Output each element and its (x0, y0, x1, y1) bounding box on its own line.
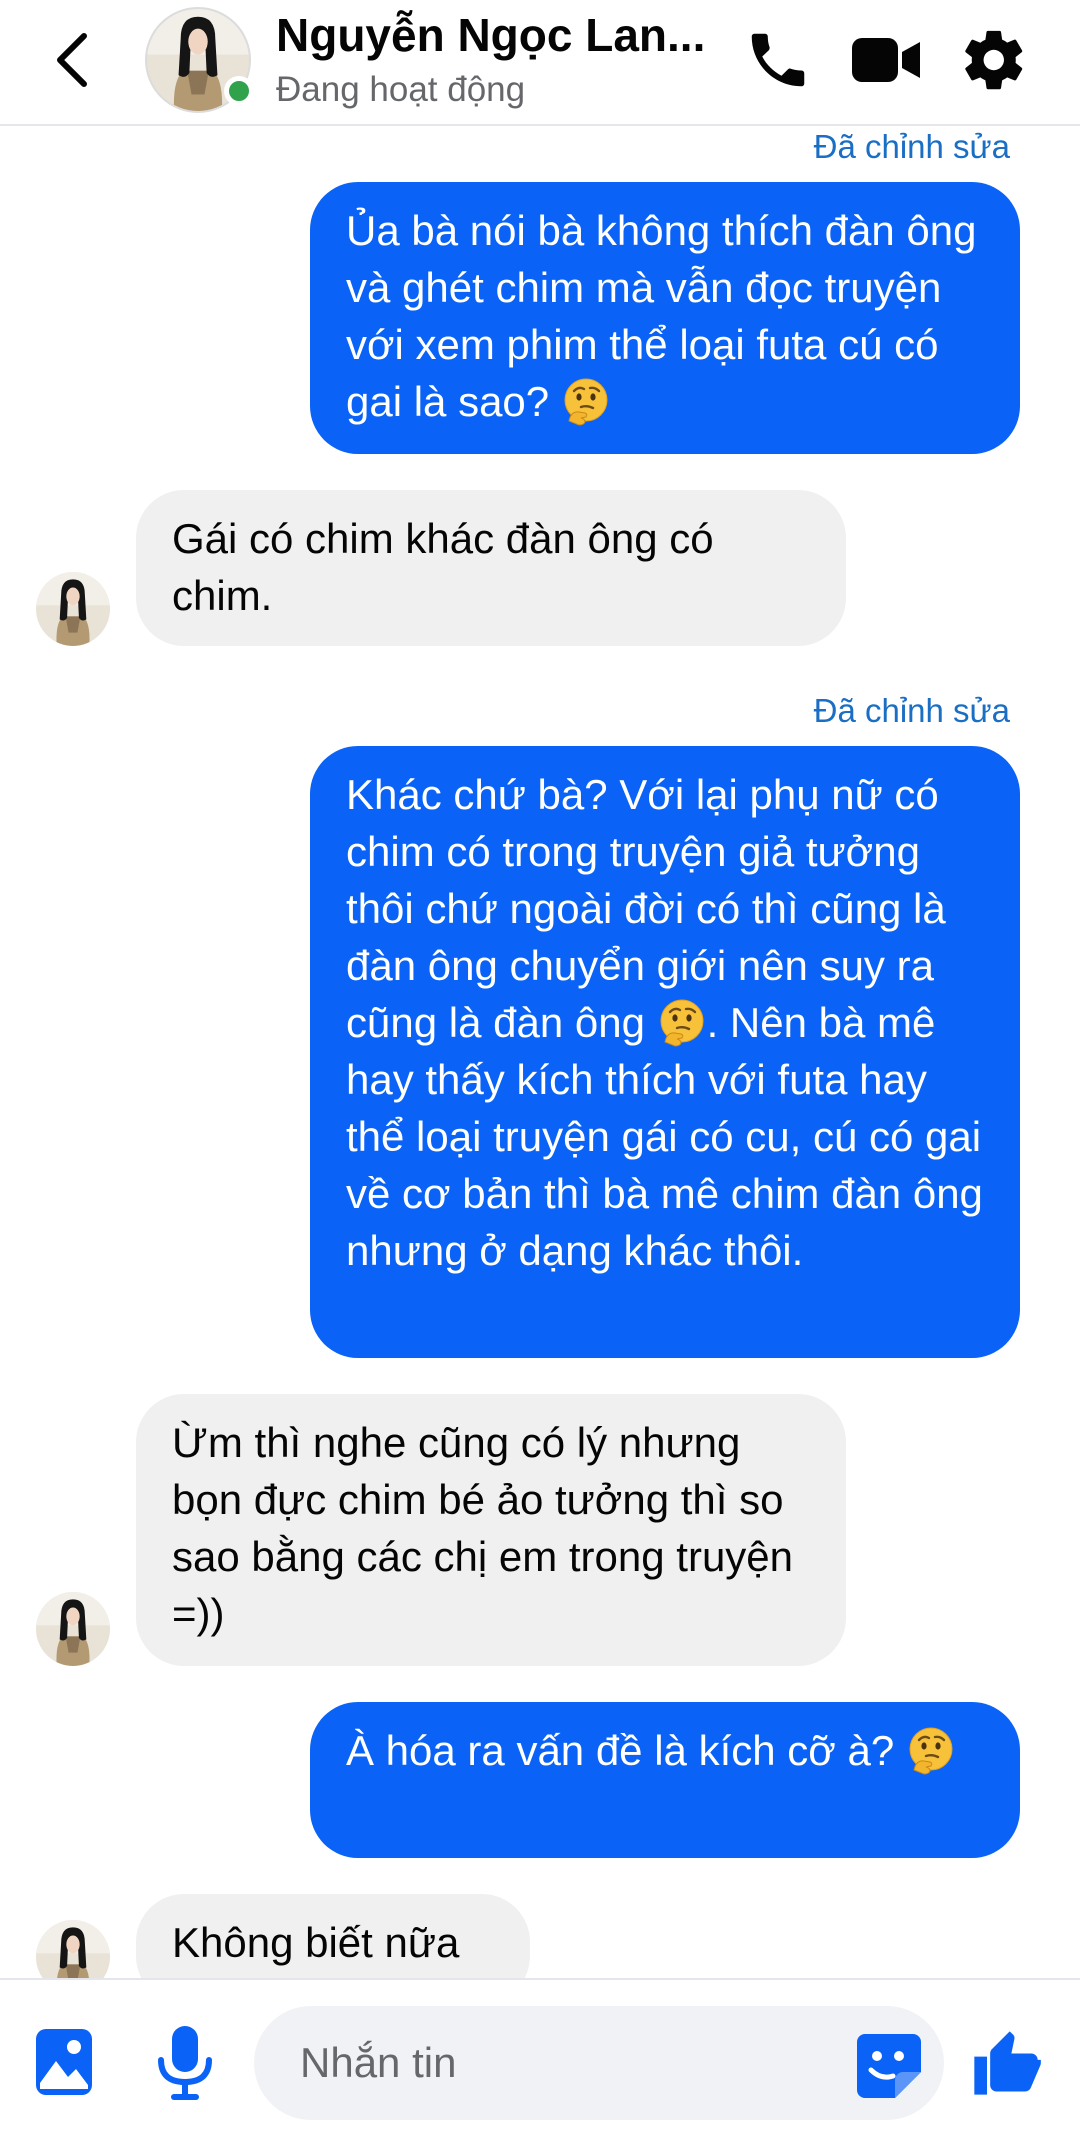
thinking-face-emoji (657, 997, 707, 1047)
video-camera-icon (852, 38, 920, 82)
like-button[interactable] (964, 2020, 1048, 2106)
gear-icon (965, 30, 1023, 90)
outgoing-message[interactable]: Ủa bà nói bà không thích đàn ông và ghét… (310, 182, 1020, 454)
contact-status: Đang hoạt động (276, 70, 526, 109)
message-input[interactable] (254, 2006, 944, 2120)
thinking-face-emoji (561, 376, 611, 426)
message-composer (0, 1978, 1080, 2148)
gallery-button[interactable] (26, 2020, 102, 2104)
message-text: Không biết nữa (172, 1919, 460, 1966)
outgoing-message[interactable]: À hóa ra vấn đề là kích cỡ à? (310, 1702, 1020, 1858)
incoming-message[interactable]: Gái có chim khác đàn ông có chim. (136, 490, 846, 646)
incoming-message[interactable]: Không biết nữa (136, 1894, 530, 1978)
thumbs-up-icon (974, 2031, 1041, 2095)
settings-button[interactable] (954, 20, 1034, 100)
message-text: À hóa ra vấn đề là kích cỡ à? (346, 1727, 906, 1774)
voice-call-button[interactable] (738, 20, 818, 100)
video-call-button[interactable] (846, 20, 926, 100)
contact-name[interactable]: Nguyễn Ngọc Lan... (276, 8, 705, 62)
sticker-icon (857, 2034, 921, 2098)
microphone-icon (158, 2026, 212, 2100)
outgoing-message[interactable]: Khác chứ bà? Với lại phụ nữ có chim có t… (310, 746, 1020, 1358)
contact-avatar-small[interactable] (36, 1920, 110, 1978)
thinking-face-emoji (906, 1725, 956, 1775)
message-text: Ủa bà nói bà không thích đàn ông và ghét… (346, 207, 977, 425)
edited-label: Đã chỉnh sửa (813, 128, 1010, 165)
online-status-dot (224, 76, 254, 106)
image-gallery-icon (36, 2029, 92, 2095)
contact-avatar-small[interactable] (36, 572, 110, 646)
contact-avatar-small[interactable] (36, 1592, 110, 1666)
incoming-message[interactable]: Ừm thì nghe cũng có lý nhưng bọn đực chi… (136, 1394, 846, 1666)
chevron-left-icon (57, 33, 87, 87)
voice-message-button[interactable] (150, 2020, 220, 2106)
conversation-header: Nguyễn Ngọc Lan... Đang hoạt động (0, 0, 1080, 126)
edited-label: Đã chỉnh sửa (813, 692, 1010, 729)
phone-icon (751, 33, 805, 87)
sticker-button[interactable] (852, 2030, 926, 2102)
message-thread[interactable]: Đã chỉnh sửa Ủa bà nói bà không thích đà… (0, 128, 1080, 1978)
message-text: Gái có chim khác đàn ông có chim. (172, 515, 714, 619)
message-text: Ừm thì nghe cũng có lý nhưng bọn đực chi… (172, 1419, 794, 1637)
back-button[interactable] (40, 22, 104, 98)
